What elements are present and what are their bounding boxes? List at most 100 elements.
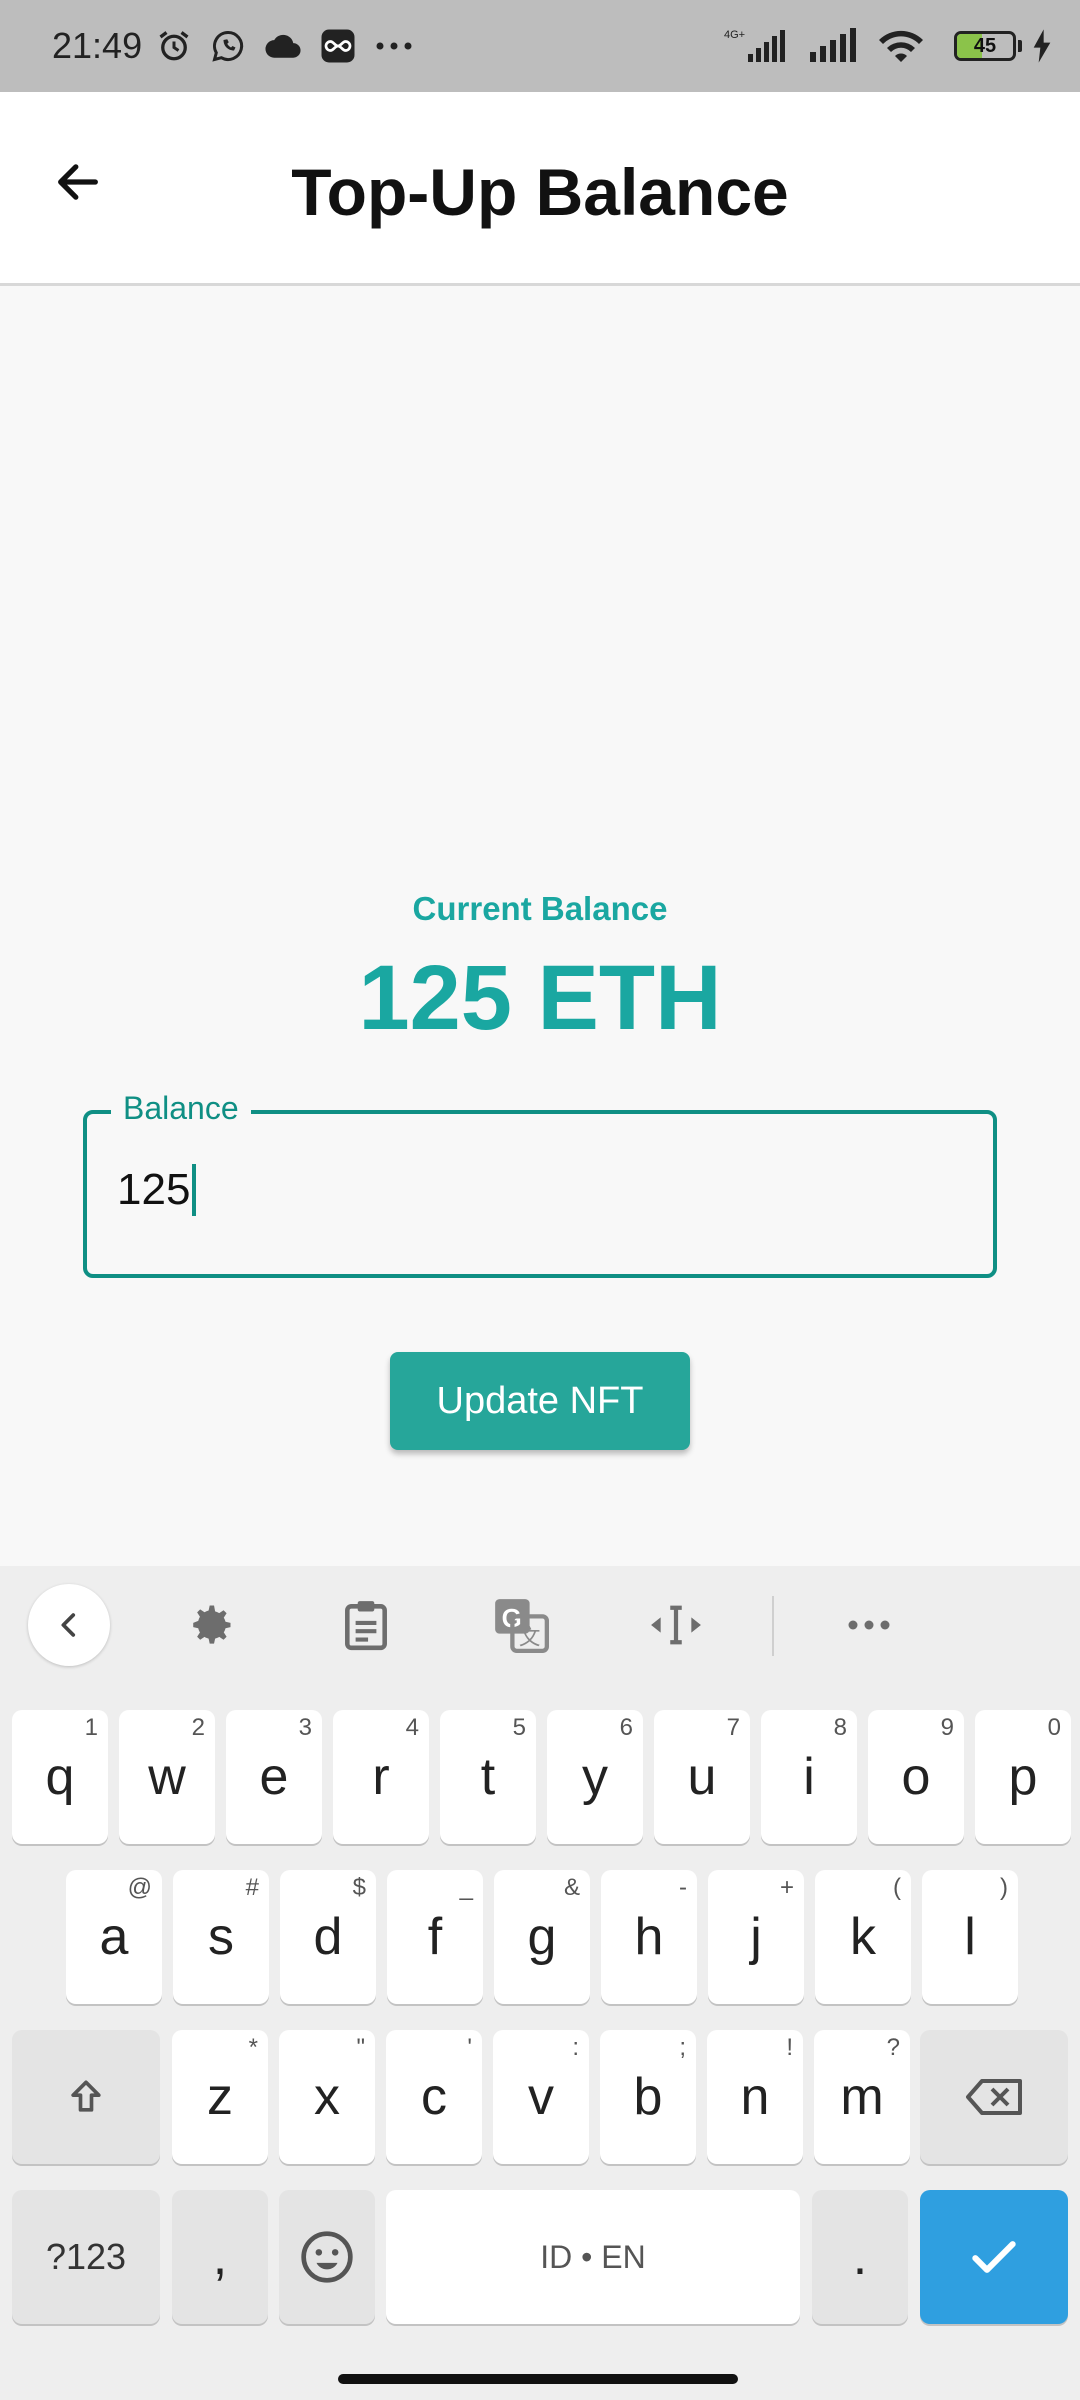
translate-icon: G文 <box>495 1599 549 1653</box>
key-z[interactable]: z * <box>172 2030 268 2164</box>
key-m[interactable]: m? <box>814 2030 910 2164</box>
key-c-label: c <box>421 2068 447 2126</box>
key-w[interactable]: w2 <box>119 1710 215 1844</box>
page-title: Top-Up Balance <box>291 155 789 229</box>
key-d-hint: $ <box>352 1874 366 1901</box>
key-y[interactable]: y6 <box>547 1710 643 1844</box>
whatsapp-icon <box>210 28 246 64</box>
key-c[interactable]: c ' <box>386 2030 482 2164</box>
key-i-label: i <box>803 1748 815 1806</box>
key-c-hint: ' <box>467 2034 472 2061</box>
key-o-hint: 9 <box>940 1714 954 1741</box>
update-nft-button[interactable]: Update NFT <box>390 1352 690 1450</box>
emoji-icon <box>301 2231 353 2283</box>
key-k[interactable]: k( <box>815 1870 911 2004</box>
key-z-label: z <box>207 2068 233 2126</box>
key-d[interactable]: d $ <box>280 1870 376 2004</box>
cloud-icon <box>264 31 302 61</box>
balance-field-label: Balance <box>111 1090 251 1127</box>
svg-text:文: 文 <box>519 1625 541 1650</box>
key-i[interactable]: i8 <box>761 1710 857 1844</box>
space-key[interactable]: ID • EN <box>386 2190 800 2324</box>
emoji-key[interactable] <box>279 2190 375 2324</box>
toolbar-settings-button[interactable] <box>170 1584 252 1666</box>
balance-field[interactable]: Balance 125 <box>83 1090 997 1278</box>
key-u-label: u <box>687 1748 717 1806</box>
key-b[interactable]: b; <box>600 2030 696 2164</box>
key-f-label: f <box>427 1908 443 1966</box>
symbols-key[interactable]: ?123 <box>12 2190 160 2324</box>
text-caret <box>192 1164 197 1216</box>
chevron-left-icon <box>61 1613 76 1637</box>
toolbar-more-button[interactable] <box>828 1584 910 1666</box>
key-x-hint: " <box>356 2034 365 2061</box>
keyboard: G文 q 1 w 2 e 3 r 4 t 5 y 6 u 7 i 8 o 9 p 0 a @ s # d $ f _ g & h - j + k(l… <box>0 1566 1080 2400</box>
app-bar: Top-Up Balance <box>0 92 1080 286</box>
toolbar-translate-button[interactable]: G文 <box>480 1584 562 1666</box>
key-p-label: p <box>1008 1748 1038 1806</box>
key-a[interactable]: a @ <box>66 1870 162 2004</box>
key-n[interactable]: n! <box>707 2030 803 2164</box>
backspace-key[interactable] <box>920 2030 1068 2164</box>
toolbar-clipboard-button[interactable] <box>325 1584 407 1666</box>
key-j-label: j <box>750 1908 762 1966</box>
key-s[interactable]: s # <box>173 1870 269 2004</box>
key-e[interactable]: e3 <box>226 1710 322 1844</box>
key-m-label: m <box>840 2068 884 2126</box>
key-l[interactable]: l) <box>922 1870 1018 2004</box>
backspace-icon <box>966 2079 1022 2115</box>
status-right: 4G+ 45 <box>720 26 1052 66</box>
toolbar-collapse-button[interactable] <box>28 1584 110 1666</box>
more-dots-icon <box>374 40 414 52</box>
key-n-hint: ! <box>786 2034 793 2061</box>
key-i-hint: 8 <box>833 1714 847 1741</box>
charging-icon <box>1032 29 1052 63</box>
key-g[interactable]: g & <box>494 1870 590 2004</box>
period-key[interactable]: . <box>812 2190 908 2324</box>
more-dots-icon <box>848 1620 890 1630</box>
signal-4g-icon: 4G+ <box>720 26 790 66</box>
current-balance-label: Current Balance <box>412 890 668 927</box>
key-l-label: l <box>964 1908 976 1966</box>
toolbar-cursor-button[interactable] <box>635 1584 717 1666</box>
key-l-hint: ) <box>1000 1874 1008 1901</box>
svg-text:4G+: 4G+ <box>724 29 745 41</box>
key-f-hint: _ <box>459 1874 473 1901</box>
enter-key[interactable] <box>920 2190 1068 2324</box>
alarm-icon <box>156 28 192 64</box>
key-u[interactable]: u7 <box>654 1710 750 1844</box>
toolbar-divider <box>772 1596 774 1656</box>
key-u-hint: 7 <box>726 1714 740 1741</box>
key-h-label: h <box>634 1908 664 1966</box>
signal-icon <box>808 28 858 64</box>
key-h[interactable]: h- <box>601 1870 697 2004</box>
key-y-hint: 6 <box>619 1714 633 1741</box>
key-y-label: y <box>582 1748 608 1806</box>
key-e-hint: 3 <box>298 1714 312 1741</box>
key-f[interactable]: f _ <box>387 1870 483 2004</box>
key-r[interactable]: r4 <box>333 1710 429 1844</box>
shift-arrow-icon <box>71 2080 101 2112</box>
key-o[interactable]: o9 <box>868 1710 964 1844</box>
key-x-label: x <box>314 2068 340 2126</box>
key-q-hint: 1 <box>84 1714 98 1741</box>
key-g-hint: & <box>563 1874 580 1901</box>
key-t[interactable]: t5 <box>440 1710 536 1844</box>
key-p[interactable]: p0 <box>975 1710 1071 1844</box>
wifi-icon <box>876 28 926 64</box>
key-w-label: w <box>148 1748 186 1806</box>
key-k-label: k <box>850 1908 876 1966</box>
key-o-label: o <box>901 1748 931 1806</box>
shift-key[interactable] <box>12 2030 160 2164</box>
key-j[interactable]: j + <box>708 1870 804 2004</box>
key-x[interactable]: x " <box>279 2030 375 2164</box>
balance-input-value: 125 <box>117 1165 191 1214</box>
key-w-hint: 2 <box>191 1714 205 1741</box>
key-q[interactable]: q1 <box>12 1710 108 1844</box>
key-s-hint: # <box>245 1874 259 1901</box>
balance-input[interactable]: 125 <box>117 1164 197 1216</box>
comma-key[interactable]: , <box>172 2190 268 2324</box>
key-v[interactable]: v: <box>493 2030 589 2164</box>
home-indicator[interactable] <box>338 2374 738 2384</box>
key-s-label: s <box>208 1908 234 1966</box>
